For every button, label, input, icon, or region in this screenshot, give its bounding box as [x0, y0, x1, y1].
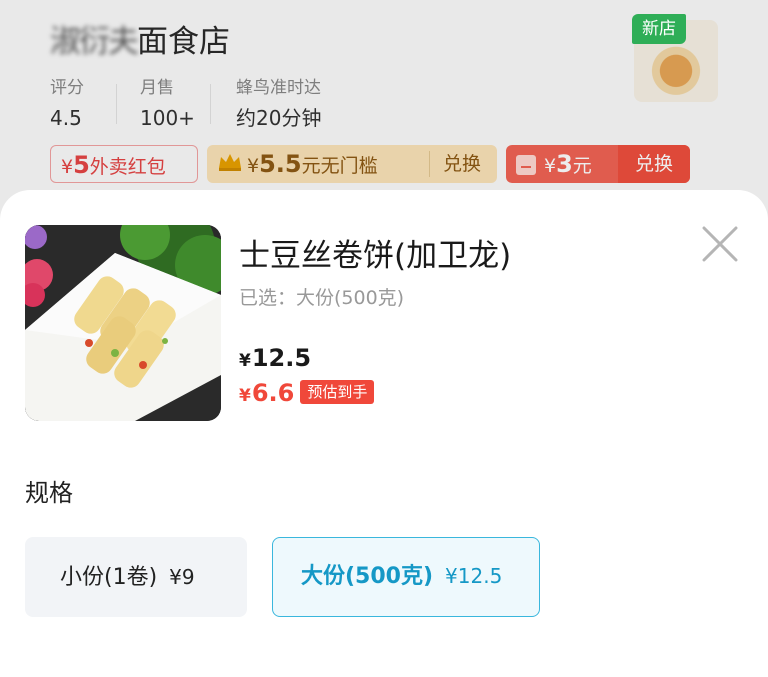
- estimate-currency: ¥: [239, 386, 251, 406]
- spec-option-small[interactable]: 小份(1卷) ¥9: [25, 537, 247, 617]
- selected-spec-text: 已选：大份(500克): [239, 287, 405, 309]
- estimate-tag: 预估到手: [300, 380, 375, 404]
- spec-option-price: ¥12.5: [445, 564, 503, 588]
- product-title: 士豆丝卷饼(加卫龙): [239, 238, 512, 274]
- price-value: 12.5: [251, 344, 312, 372]
- spec-option-large[interactable]: 大份(500克) ¥12.5: [272, 537, 540, 617]
- product-spec-sheet: 士豆丝卷饼(加卫龙) 已选：大份(500克) ¥12.5 ¥6.6 预估到手 规格…: [0, 190, 768, 677]
- product-image[interactable]: [25, 225, 221, 421]
- spec-option-name: 大份(500克): [301, 564, 434, 589]
- spec-label: 规格: [25, 479, 73, 507]
- close-icon[interactable]: [700, 224, 740, 264]
- product-price: ¥12.5: [239, 343, 311, 376]
- estimated-price: ¥6.6 预估到手: [239, 377, 375, 412]
- spec-option-name: 小份(1卷): [60, 565, 158, 590]
- estimate-value: 6.6: [251, 379, 295, 407]
- new-store-badge: 新店: [632, 14, 686, 44]
- spec-option-price: ¥9: [169, 565, 195, 589]
- price-currency: ¥: [239, 351, 251, 371]
